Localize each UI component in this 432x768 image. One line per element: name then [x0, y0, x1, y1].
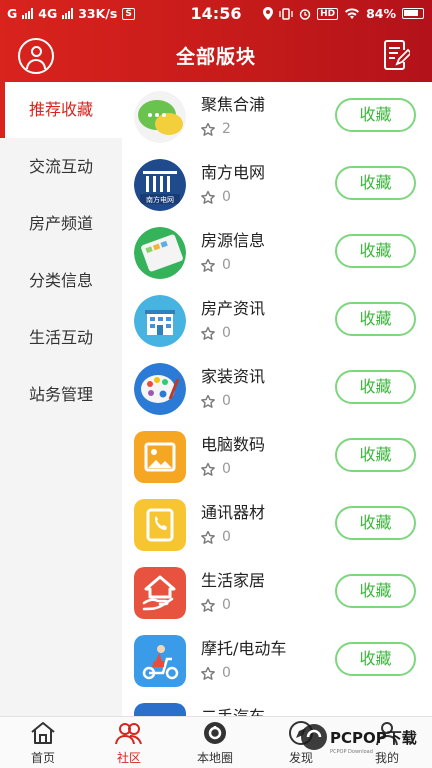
tab-local-circle[interactable]: 本地圈: [172, 717, 258, 768]
forum-name: 二手汽车: [201, 703, 265, 716]
list-item[interactable]: 生活家居 0 收藏: [122, 558, 432, 626]
favorite-button[interactable]: 收藏: [335, 370, 416, 404]
star-icon: [201, 666, 215, 680]
star-icon: [201, 530, 215, 544]
star-icon: [201, 122, 215, 136]
list-item[interactable]: 摩托/电动车 0 收藏: [122, 626, 432, 694]
page-title: 全部版块: [175, 46, 256, 68]
sidebar-item-recommended[interactable]: 推荐收藏: [0, 82, 122, 138]
home-icon: [31, 722, 55, 744]
home-hand-icon: [134, 567, 186, 619]
location-icon: [263, 7, 274, 20]
forum-name: 电脑数码: [201, 435, 266, 454]
favorite-button[interactable]: 收藏: [335, 234, 416, 268]
favorite-button[interactable]: 收藏: [335, 302, 416, 336]
sidebar-item-interaction[interactable]: 交流互动: [0, 138, 122, 195]
status-right: HD 84%: [263, 6, 424, 21]
favorite-count: 0: [222, 257, 231, 273]
list-item[interactable]: 房产资讯 0 收藏: [122, 286, 432, 354]
favorite-count: 0: [222, 393, 231, 409]
forum-name: 房产资讯: [201, 299, 266, 318]
favorite-button[interactable]: 收藏: [335, 166, 416, 200]
svg-text:PCPOP下载: PCPOP下载: [330, 729, 417, 747]
list-item[interactable]: 电脑数码 0 收藏: [122, 422, 432, 490]
edit-icon[interactable]: [384, 40, 410, 70]
picture-icon: [134, 431, 186, 483]
category-sidebar: 推荐收藏 交流互动 房产频道 分类信息 生活互动 站务管理: [0, 82, 122, 716]
header: 全部版块: [0, 28, 432, 82]
tab-community[interactable]: 社区: [86, 717, 172, 768]
chat-bubbles-icon: [134, 91, 186, 143]
forum-name: 家装资讯: [201, 367, 266, 386]
car-icon: [134, 703, 186, 716]
wifi-icon: [345, 7, 360, 19]
forum-name: 聚焦合浦: [201, 95, 266, 114]
list-item[interactable]: 聚焦合浦 2 收藏: [122, 82, 432, 150]
pcpop-watermark: PCPOP下载 PCPOP Download: [301, 724, 417, 755]
list-item[interactable]: 家装资讯 0 收藏: [122, 354, 432, 422]
favorite-count: 0: [222, 325, 231, 341]
forum-name: 房源信息: [201, 231, 266, 250]
star-icon: [201, 394, 215, 408]
favorite-count: 0: [222, 461, 231, 477]
alarm-icon: [299, 8, 311, 20]
tab-label: 社区: [116, 751, 141, 765]
community-icon: [115, 723, 142, 745]
favorite-button[interactable]: 收藏: [335, 574, 416, 608]
tablet-icon: [134, 227, 186, 279]
forum-name: 生活家居: [201, 571, 266, 590]
sidebar-item-site-admin[interactable]: 站务管理: [0, 366, 122, 423]
forum-name: 摩托/电动车: [201, 639, 287, 658]
top-bar: G 4G 33K/s S 14:56 HD 84% 全部版块: [0, 0, 432, 82]
vibrate-icon: [279, 7, 293, 20]
favorite-button[interactable]: 收藏: [335, 506, 416, 540]
phone-book-icon: [134, 499, 186, 551]
tab-home[interactable]: 首页: [0, 717, 86, 768]
status-bar: G 4G 33K/s S 14:56 HD 84%: [0, 0, 432, 28]
battery-icon: [402, 8, 424, 19]
svg-text:PCPOP Download: PCPOP Download: [330, 749, 373, 755]
favorite-button[interactable]: 收藏: [335, 438, 416, 472]
sidebar-item-life[interactable]: 生活互动: [0, 309, 122, 366]
forum-name: 南方电网: [201, 163, 266, 182]
svg-text:南方电网: 南方电网: [146, 195, 174, 204]
star-icon: [201, 462, 215, 476]
building-icon: [134, 295, 186, 347]
tab-label: 首页: [30, 751, 55, 765]
local-circle-icon: [204, 722, 226, 744]
list-item[interactable]: 二手汽车: [122, 694, 432, 716]
star-icon: [201, 190, 215, 204]
tab-label: 本地圈: [196, 751, 233, 765]
palette-icon: [134, 363, 186, 415]
favorite-count: 0: [222, 529, 231, 545]
forum-list: 聚焦合浦 2 收藏 南方电网 南方电网 0 收藏 房源信息 0 收藏 房产资讯 …: [122, 82, 432, 716]
southern-grid-logo-icon: 南方电网: [134, 159, 186, 211]
scooter-icon: [134, 635, 186, 687]
favorite-count: 0: [222, 665, 231, 681]
favorite-button[interactable]: 收藏: [335, 98, 416, 132]
sidebar-item-classifieds[interactable]: 分类信息: [0, 252, 122, 309]
favorite-count: 0: [222, 189, 231, 205]
star-icon: [201, 598, 215, 612]
star-icon: [201, 326, 215, 340]
list-item[interactable]: 南方电网 南方电网 0 收藏: [122, 150, 432, 218]
battery-percent: 84%: [366, 6, 396, 21]
favorite-count: 2: [222, 121, 231, 137]
list-item[interactable]: 房源信息 0 收藏: [122, 218, 432, 286]
favorite-count: 0: [222, 597, 231, 613]
favorite-button[interactable]: 收藏: [335, 642, 416, 676]
star-icon: [201, 258, 215, 272]
sidebar-item-real-estate[interactable]: 房产频道: [0, 195, 122, 252]
list-item[interactable]: 通讯器材 0 收藏: [122, 490, 432, 558]
forum-name: 通讯器材: [201, 503, 266, 522]
hd-badge: HD: [317, 7, 339, 20]
